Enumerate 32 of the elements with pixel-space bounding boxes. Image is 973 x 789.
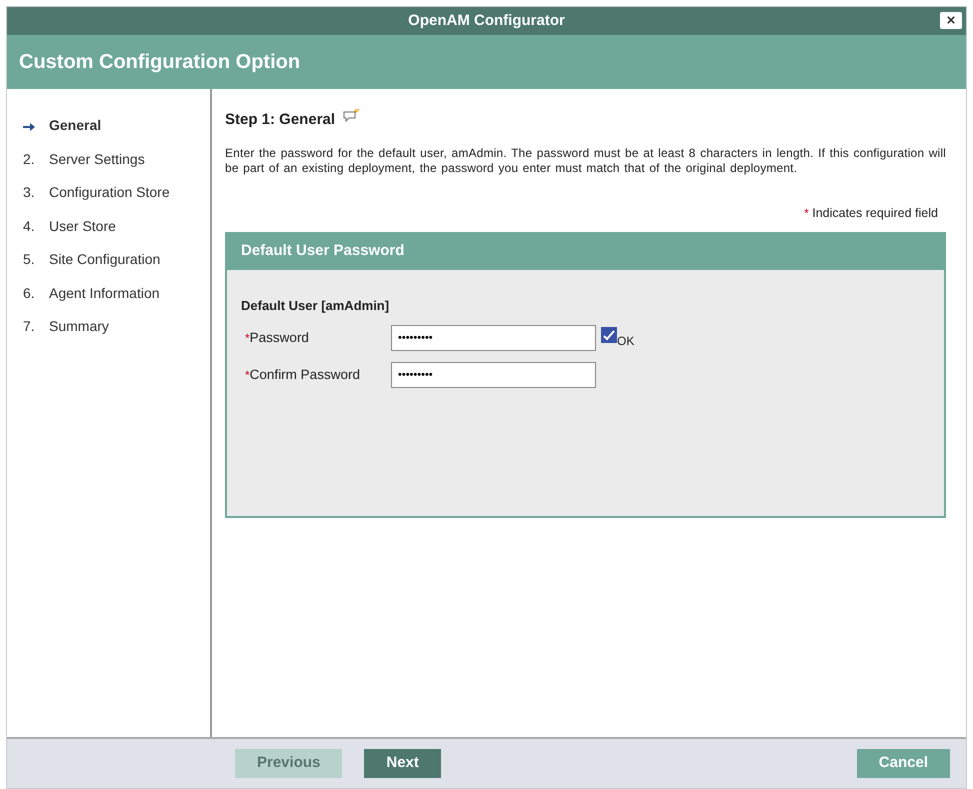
required-marker: *: [245, 368, 250, 382]
step-number: 7.: [23, 318, 35, 334]
step-number: 5.: [23, 251, 35, 268]
step-link[interactable]: Configuration Store: [49, 182, 170, 204]
step-number: 3.: [23, 184, 35, 200]
instructions-text: Enter the password for the default user, amAdmin. The password must be at least 8 characters in length. If this configuration will be part of an existing deployment, the password you enter must match that of the original deployment.: [225, 146, 946, 176]
step-link[interactable]: User Store: [49, 216, 116, 237]
comment-icon[interactable]: [343, 109, 360, 123]
step-number: 4.: [23, 218, 35, 234]
step-link[interactable]: Agent Information: [49, 282, 160, 304]
field-label: Password: [250, 330, 309, 346]
next-button[interactable]: Next: [364, 749, 441, 778]
password-field[interactable]: •••••••••: [391, 362, 596, 388]
step-link[interactable]: Summary: [49, 316, 109, 338]
checkbox[interactable]: [601, 327, 617, 344]
password-field[interactable]: •••••••••: [391, 325, 596, 352]
step-title: Step 1: General: [225, 110, 336, 130]
required-marker: *: [245, 331, 250, 346]
step-link[interactable]: Server Settings: [49, 148, 145, 170]
section-label: Default User [amAdmin]: [241, 296, 390, 315]
step-link[interactable]: Site Configuration: [49, 249, 160, 270]
page-title: Custom Configuration Option: [19, 50, 300, 75]
panel-title: Default User Password: [227, 234, 944, 270]
step-number: 2.: [23, 150, 35, 167]
status-text: OK: [617, 333, 634, 350]
required-marker: *: [804, 206, 809, 220]
window-title: OpenAM Configurator: [408, 10, 565, 31]
step-number: 6.: [23, 284, 35, 301]
field-label: Confirm Password: [250, 367, 360, 382]
required-note: Indicates required field: [812, 206, 938, 220]
close-button[interactable]: ×: [940, 12, 962, 29]
step-link[interactable]: General: [49, 115, 102, 136]
